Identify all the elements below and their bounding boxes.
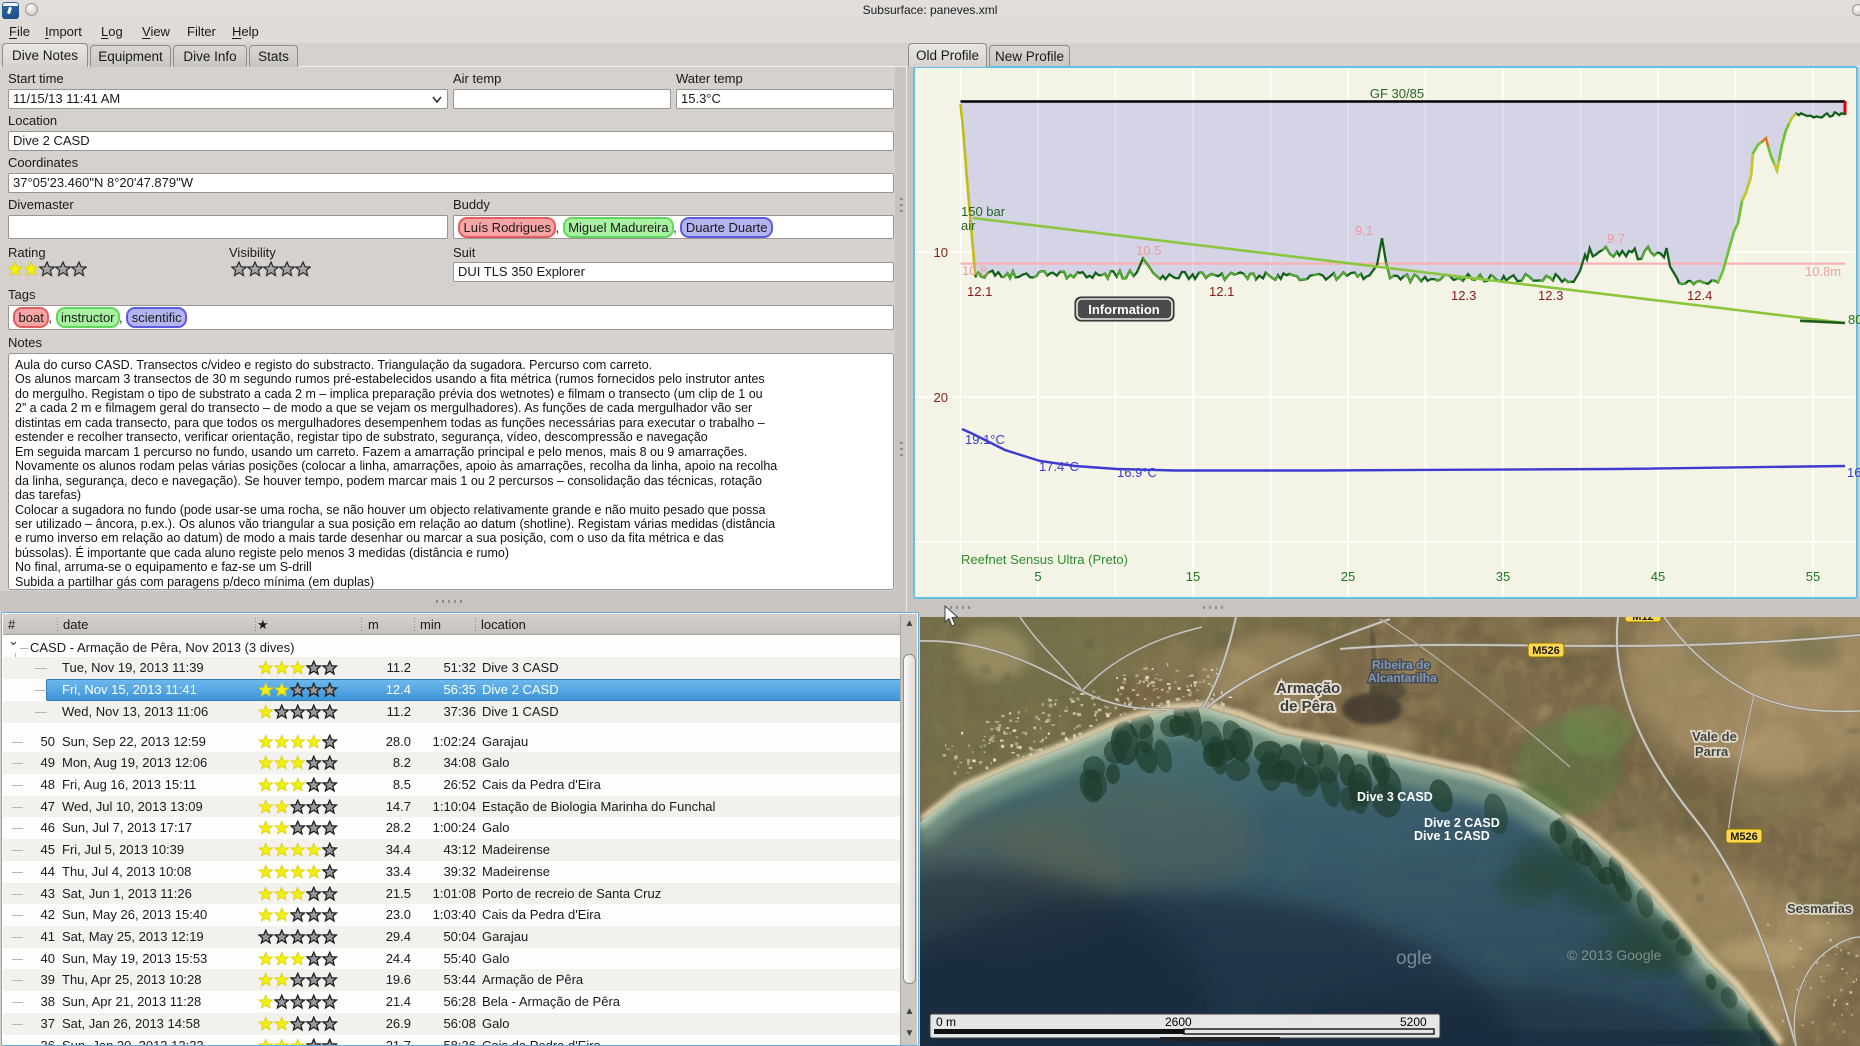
svg-text:Reefnet Sensus Ultra (Preto): Reefnet Sensus Ultra (Preto) <box>961 552 1128 567</box>
svg-text:10: 10 <box>934 245 948 260</box>
svg-text:10.8m: 10.8m <box>1805 264 1841 279</box>
svg-text:GF 30/85: GF 30/85 <box>1370 86 1424 101</box>
svg-text:M526: M526 <box>1730 831 1758 843</box>
svg-text:ogle: ogle <box>1396 948 1432 969</box>
svg-text:Alcantarilha: Alcantarilha <box>1368 671 1437 685</box>
svg-text:19.1°C: 19.1°C <box>965 432 1005 447</box>
svg-text:M12: M12 <box>1632 617 1653 623</box>
svg-text:12.3: 12.3 <box>1451 288 1476 303</box>
svg-text:150 bar: 150 bar <box>961 204 1006 219</box>
svg-text:9.1: 9.1 <box>1355 223 1373 238</box>
svg-text:Ribeira de: Ribeira de <box>1372 658 1430 672</box>
svg-text:Information: Information <box>1088 302 1160 317</box>
svg-text:15: 15 <box>1186 569 1200 584</box>
svg-text:Dive 1 CASD: Dive 1 CASD <box>1414 829 1490 843</box>
svg-text:Sesmarias: Sesmarias <box>1787 901 1852 916</box>
svg-text:12.1: 12.1 <box>1209 284 1234 299</box>
svg-text:12.1: 12.1 <box>967 284 992 299</box>
svg-text:17.4°C: 17.4°C <box>1039 459 1079 474</box>
svg-text:12.3: 12.3 <box>1538 288 1563 303</box>
svg-text:35: 35 <box>1496 569 1510 584</box>
svg-text:20: 20 <box>934 390 948 405</box>
svg-text:0 m: 0 m <box>936 1015 956 1029</box>
svg-text:55: 55 <box>1806 569 1820 584</box>
svg-text:12.4: 12.4 <box>1687 288 1712 303</box>
svg-text:2600: 2600 <box>1165 1015 1192 1029</box>
svg-text:5200: 5200 <box>1400 1015 1427 1029</box>
svg-text:air: air <box>961 218 976 233</box>
svg-text:Dive 2 CASD: Dive 2 CASD <box>1424 816 1500 830</box>
svg-text:80: 80 <box>1848 312 1860 327</box>
svg-text:9.7: 9.7 <box>1607 231 1625 246</box>
svg-text:5: 5 <box>1034 569 1041 584</box>
svg-text:45: 45 <box>1651 569 1665 584</box>
svg-text:16: 16 <box>1847 465 1860 480</box>
svg-text:Parra: Parra <box>1695 744 1729 759</box>
svg-text:Dive 3 CASD: Dive 3 CASD <box>1357 790 1433 804</box>
svg-text:10.8: 10.8 <box>962 263 987 278</box>
svg-text:10.5: 10.5 <box>1136 243 1161 258</box>
svg-text:Armação: Armação <box>1276 680 1340 697</box>
svg-text:16.9°C: 16.9°C <box>1117 465 1157 480</box>
svg-text:Vale de: Vale de <box>1692 729 1737 744</box>
svg-text:M526: M526 <box>1532 645 1560 657</box>
svg-text:de Pêra: de Pêra <box>1280 698 1335 715</box>
svg-text:25: 25 <box>1341 569 1355 584</box>
svg-text:© 2013 Google: © 2013 Google <box>1567 947 1662 963</box>
